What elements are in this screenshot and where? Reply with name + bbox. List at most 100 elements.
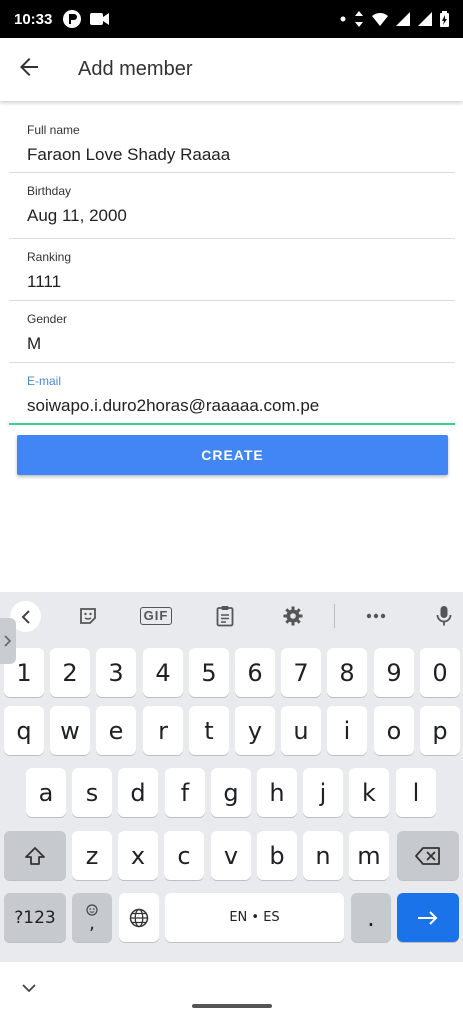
microphone-icon	[436, 606, 452, 626]
key-2[interactable]: 2	[50, 648, 90, 697]
gif-label: GIF	[139, 607, 173, 625]
key-z[interactable]: z	[72, 831, 112, 880]
backspace-icon	[415, 846, 440, 865]
arrow-right-icon	[418, 910, 438, 925]
wifi-icon	[372, 12, 388, 26]
chevron-right-icon	[4, 635, 12, 647]
symbols-key[interactable]: ?123	[4, 893, 66, 942]
full-name-field[interactable]: Full name Faraon Love Shady Raaaa	[9, 112, 455, 173]
full-name-input[interactable]: Faraon Love Shady Raaaa	[27, 145, 455, 165]
key-n[interactable]: n	[303, 831, 343, 880]
gender-label: Gender	[27, 312, 68, 326]
key-q[interactable]: q	[4, 706, 44, 755]
key-p[interactable]: p	[420, 706, 460, 755]
clipboard-button[interactable]	[213, 604, 237, 628]
key-7[interactable]: 7	[281, 648, 321, 697]
key-o[interactable]: o	[374, 706, 414, 755]
data-arrows-icon	[354, 11, 364, 27]
gender-field[interactable]: Gender M	[9, 301, 455, 363]
key-d[interactable]: d	[118, 768, 158, 817]
key-v[interactable]: v	[211, 831, 251, 880]
create-button[interactable]: CREATE	[17, 435, 448, 475]
chevron-left-icon	[21, 609, 30, 624]
shift-icon	[25, 846, 45, 865]
app-notification-icon	[62, 9, 82, 29]
gif-button[interactable]: GIF	[139, 604, 173, 628]
key-x[interactable]: x	[118, 831, 158, 880]
keyboard-toolbar: GIF	[0, 592, 463, 640]
app-bar: Add member	[0, 38, 463, 101]
key-8[interactable]: 8	[327, 648, 367, 697]
space-key[interactable]: EN • ES	[165, 893, 344, 942]
more-button[interactable]	[364, 604, 388, 628]
key-i[interactable]: i	[327, 706, 367, 755]
status-time: 10:33	[14, 10, 53, 28]
key-f[interactable]: f	[165, 768, 205, 817]
key-9[interactable]: 9	[374, 648, 414, 697]
key-y[interactable]: y	[235, 706, 275, 755]
key-b[interactable]: b	[257, 831, 297, 880]
shift-key[interactable]	[4, 831, 66, 880]
key-3[interactable]: 3	[96, 648, 136, 697]
signal-icon	[396, 12, 410, 26]
birthday-label: Birthday	[27, 184, 72, 198]
page-title: Add member	[78, 58, 193, 80]
settings-button[interactable]	[281, 604, 305, 628]
key-m[interactable]: m	[349, 831, 389, 880]
key-k[interactable]: k	[349, 768, 389, 817]
navigation-bar	[0, 962, 463, 1010]
key-a[interactable]: a	[26, 768, 66, 817]
comma-label: ,	[89, 912, 95, 934]
soft-keyboard: GIF 1234567890qwertyuiopasdfghjklzxcvbnm…	[0, 592, 463, 962]
birthday-field[interactable]: Birthday Aug 11, 2000	[9, 173, 455, 239]
language-key[interactable]	[119, 893, 159, 942]
period-key[interactable]: .	[351, 893, 391, 942]
backspace-key[interactable]	[397, 831, 459, 880]
status-right-icons	[340, 11, 449, 27]
enter-key[interactable]	[397, 893, 459, 942]
key-s[interactable]: s	[72, 768, 112, 817]
member-form: Full name Faraon Love Shady Raaaa Birthd…	[9, 112, 455, 425]
status-left-icons	[62, 9, 110, 29]
back-button[interactable]	[0, 38, 58, 101]
gear-icon	[283, 606, 303, 626]
gender-input[interactable]: M	[27, 334, 455, 354]
birthday-input[interactable]: Aug 11, 2000	[27, 206, 455, 226]
key-t[interactable]: t	[189, 706, 229, 755]
key-w[interactable]: w	[50, 706, 90, 755]
comma-key[interactable]: ,	[72, 893, 112, 942]
toolbar-divider	[334, 604, 335, 628]
chevron-down-icon	[22, 983, 36, 992]
email-label: E-mail	[27, 374, 62, 388]
key-j[interactable]: j	[303, 768, 343, 817]
key-6[interactable]: 6	[235, 648, 275, 697]
side-edge-tab[interactable]	[0, 618, 16, 664]
arrow-back-icon	[18, 56, 40, 83]
email-input[interactable]: soiwapo.i.duro2horas@raaaaa.com.pe	[27, 396, 455, 416]
more-icon	[366, 613, 386, 619]
key-r[interactable]: r	[143, 706, 183, 755]
key-g[interactable]: g	[211, 768, 251, 817]
email-field[interactable]: E-mail soiwapo.i.duro2horas@raaaaa.com.p…	[9, 363, 455, 425]
screen: 10:33 Add member Full name Faraon Love S…	[0, 0, 463, 1010]
battery-icon	[440, 11, 449, 27]
ranking-field[interactable]: Ranking 1111	[9, 239, 455, 301]
full-name-label: Full name	[27, 123, 80, 137]
key-c[interactable]: c	[164, 831, 204, 880]
ranking-input[interactable]: 1111	[27, 272, 455, 292]
key-e[interactable]: e	[96, 706, 136, 755]
sticker-button[interactable]	[76, 604, 100, 628]
clipboard-icon	[216, 606, 234, 627]
hide-keyboard-button[interactable]	[18, 978, 40, 998]
video-camera-icon	[90, 12, 110, 26]
voice-input-button[interactable]	[432, 604, 456, 628]
key-5[interactable]: 5	[189, 648, 229, 697]
key-h[interactable]: h	[257, 768, 297, 817]
key-l[interactable]: l	[396, 768, 436, 817]
sticker-icon	[80, 608, 96, 624]
home-gesture-handle[interactable]	[192, 1004, 272, 1008]
key-u[interactable]: u	[281, 706, 321, 755]
ranking-label: Ranking	[27, 250, 72, 264]
key-4[interactable]: 4	[143, 648, 183, 697]
key-0[interactable]: 0	[420, 648, 460, 697]
